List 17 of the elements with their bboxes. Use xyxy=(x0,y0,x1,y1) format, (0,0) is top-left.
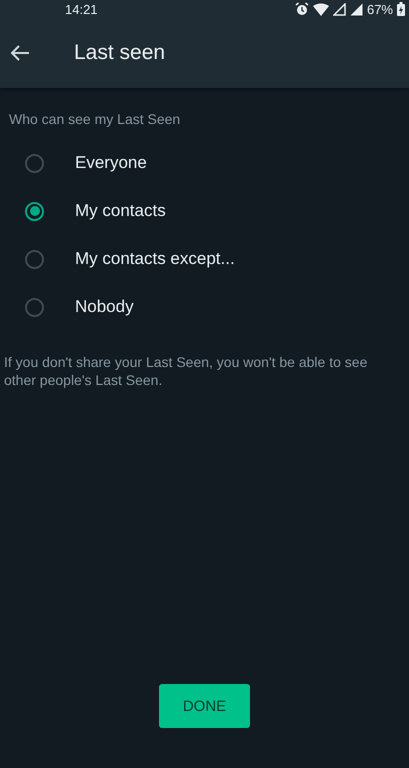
radio-button[interactable] xyxy=(25,154,44,172)
battery-level: 67% xyxy=(366,2,393,16)
radio-button[interactable] xyxy=(25,298,44,316)
radio-button[interactable] xyxy=(25,202,44,220)
section-title: Who can see my Last Seen xyxy=(9,111,182,127)
status-time: 14:21 xyxy=(65,2,98,16)
privacy-option[interactable]: My contacts except... xyxy=(0,235,409,283)
radio-button[interactable] xyxy=(25,250,44,268)
done-button[interactable]: DONE xyxy=(159,684,250,728)
privacy-option[interactable]: Nobody xyxy=(0,283,409,331)
wifi-icon xyxy=(312,2,329,16)
privacy-option[interactable]: My contacts xyxy=(0,187,409,235)
screen-title: Last seen xyxy=(74,41,166,65)
privacy-option[interactable]: Everyone xyxy=(0,139,409,187)
signal-icon xyxy=(332,2,346,16)
info-text: If you don't share your Last Seen, you won't be able to see other people's Last Seen. xyxy=(4,353,368,389)
signal-icon xyxy=(350,2,363,16)
